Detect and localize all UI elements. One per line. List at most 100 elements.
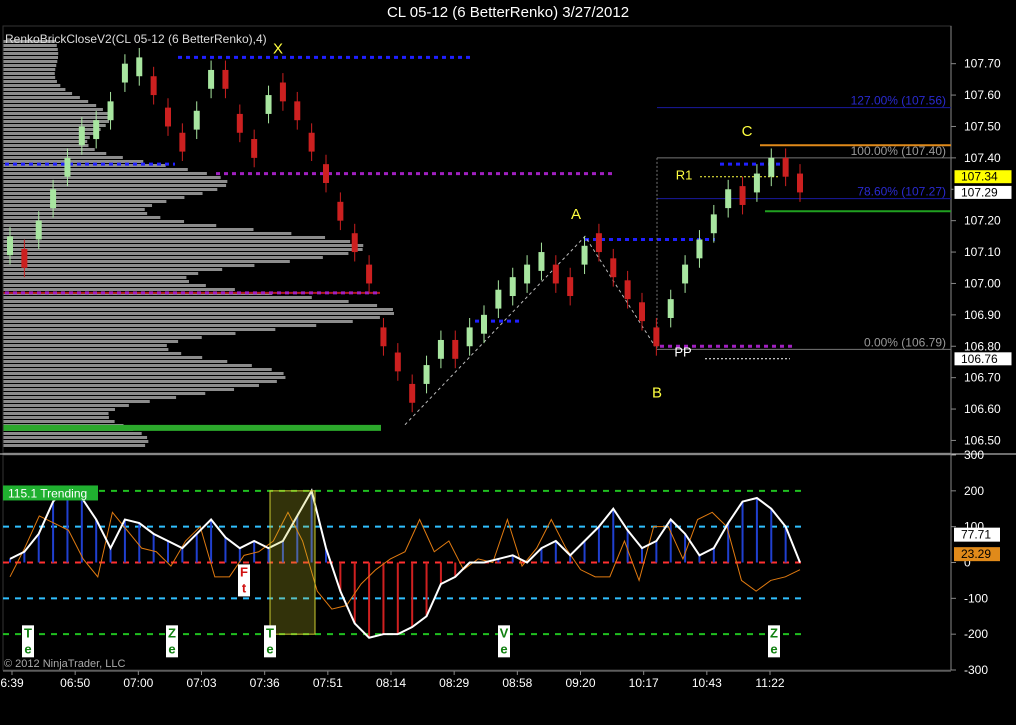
candle-body [394,352,401,372]
x-tick-label: 08:29 [439,676,469,690]
candle-body [423,365,430,384]
x-tick-label: 07:00 [123,676,153,690]
candle-body [696,239,703,259]
volume-profile-bar [3,152,107,155]
volume-profile-bar [3,128,101,131]
candle-body [768,157,775,177]
volume-profile-bar [3,420,115,423]
candle-body [351,233,358,253]
volume-profile-bar [3,264,255,267]
volume-profile-bar [3,300,349,303]
volume-profile-bar [3,276,187,279]
volume-profile-bar [3,236,326,239]
volume-poc-bar [3,424,381,431]
x-tick-label: 10:43 [692,676,722,690]
x-tick-label: 10:17 [629,676,659,690]
candle-body [136,57,143,77]
volume-profile-bar [3,408,115,411]
volume-profile-bar [3,180,228,183]
candle-body [409,383,416,403]
volume-profile-bar [3,268,223,271]
volume-profile-bar [3,232,292,235]
marker-label: V [500,625,509,640]
volume-profile-bar [3,360,228,363]
candle-body [279,82,286,102]
marker-label: Z [168,625,176,640]
volume-profile-bar [3,48,58,51]
candle-body [64,157,71,177]
volume-profile-bar [3,436,148,439]
volume-profile-bar [3,88,66,91]
fib-label: 0.00% (106.79) [864,335,946,349]
volume-profile-bar [3,336,202,339]
volume-profile-bar [3,272,199,275]
candle-body [21,248,28,268]
marker-label: e [168,641,175,656]
volume-profile-bar [3,92,73,95]
volume-profile-bar [3,364,252,367]
copyright-text: © 2012 NinjaTrader, LLC [4,658,125,670]
x-tick-label: 07:36 [250,676,280,690]
candle-body [639,302,645,322]
price-y-tick-label: 107.00 [964,276,1001,290]
volume-profile-bar [3,244,364,247]
candle-body [308,132,315,152]
candle-body [437,339,444,359]
volume-profile-bar [3,396,177,399]
cci-y-tick-label: -200 [964,627,988,641]
volume-profile-bar [3,104,97,107]
volume-profile-bar [3,324,317,327]
volume-profile-bar [3,376,286,379]
pattern-label-c: C [742,123,753,140]
marker-label: T [24,625,32,640]
volume-profile-bar [3,368,272,371]
x-tick-label: 08:58 [502,676,532,690]
volume-profile-bar [3,412,109,415]
x-tick-label: 07:03 [186,676,216,690]
candle-body [236,113,243,133]
cci-value-label: 77.71 [961,528,991,542]
volume-profile-bar [3,136,90,139]
candle-body [581,245,588,265]
volume-profile-bar [3,400,150,403]
volume-profile-bar [3,224,217,227]
volume-profile-bar [3,404,129,407]
candle-body [782,157,789,177]
marker-label: T [266,625,274,640]
volume-profile-bar [3,124,106,127]
volume-profile-bar [3,252,349,255]
volume-profile-bar [3,316,380,319]
highlight-box [269,490,316,635]
candle-body [509,277,516,297]
candle-body [797,173,803,193]
candle-body [7,236,13,256]
x-tick-label: 08:14 [376,676,406,690]
candle-body [380,327,387,347]
candle-body [121,63,128,83]
volume-profile-bar [3,84,61,87]
marker-label: e [24,641,31,656]
volume-profile-bar [3,184,227,187]
volume-profile-bar [3,192,203,195]
candle-body [78,126,85,146]
pattern-label-a: A [571,206,581,223]
chart-canvas[interactable]: 107.70107.60107.50107.40107.30107.20107.… [0,0,1016,725]
chart-window: CL 05-12 (6 BetterRenko) 3/27/2012 107.7… [0,0,1016,725]
x-tick-label: 07:51 [313,676,343,690]
pattern-label-x: X [273,40,283,57]
price-y-tick-label: 107.40 [964,151,1001,165]
marker-label: F [240,564,248,579]
price-y-tick-label: 106.90 [964,308,1001,322]
marker-label: e [500,641,507,656]
volume-profile-bar [3,176,221,179]
volume-profile-bar [3,68,56,71]
volume-profile-bar [3,196,185,199]
candle-body [725,189,732,209]
volume-profile-bar [3,100,89,103]
volume-profile-bar [3,96,80,99]
volume-profile-bar [3,284,206,287]
volume-profile-bar [3,156,123,159]
pattern-label-pp: PP [674,345,691,360]
fib-label: 127.00% (107.56) [851,94,946,108]
cci-y-tick-label: 200 [964,484,984,498]
